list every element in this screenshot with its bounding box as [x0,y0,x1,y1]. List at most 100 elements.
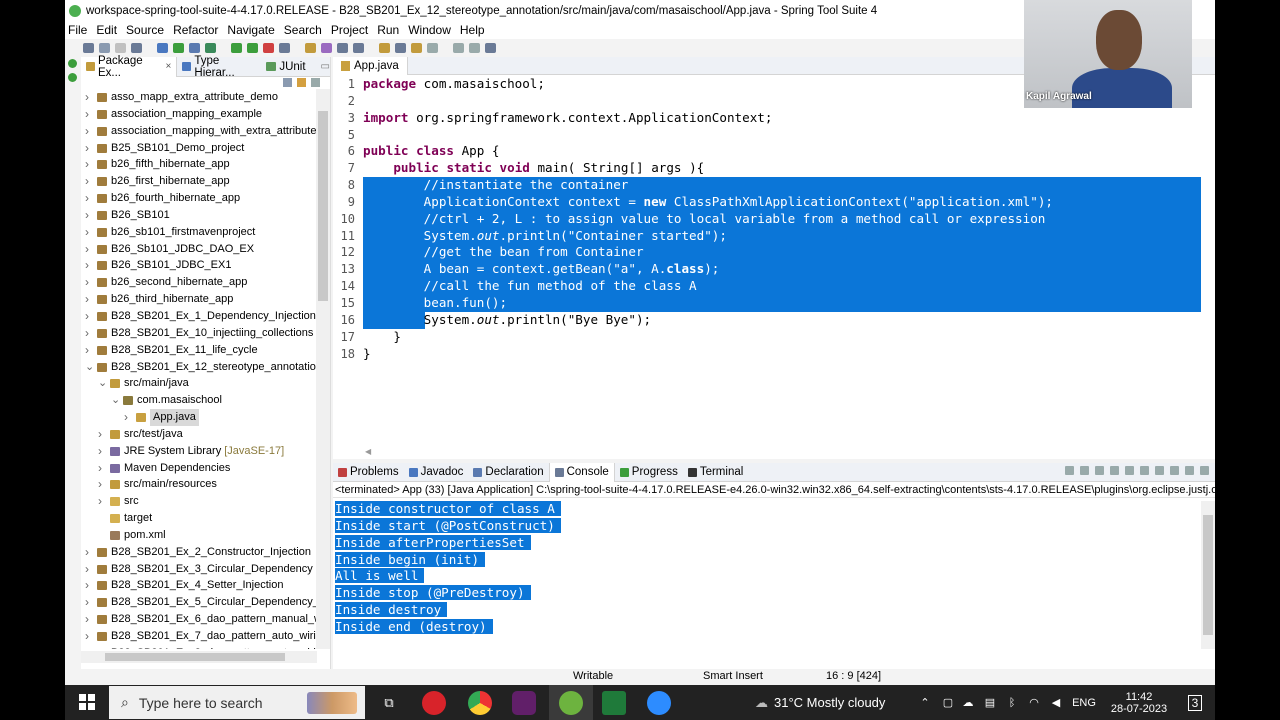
chevron-right-icon[interactable]: › [98,493,102,510]
code-line[interactable]: 17 } [333,329,1193,346]
toggle-mark-icon[interactable] [395,43,406,53]
code-line[interactable]: 10 //ctrl + 2, L : to assign value to lo… [333,210,1201,228]
menu-source[interactable]: Source [126,23,164,37]
tab-declaration[interactable]: Declaration [468,463,548,482]
insert-mode-status[interactable]: Smart Insert [703,670,763,682]
menu-project[interactable]: Project [331,23,368,37]
chevron-right-icon[interactable]: › [85,645,89,649]
weather-widget[interactable]: ☁ 31°C Mostly cloudy [755,685,935,720]
code-line[interactable]: 16 System.out.println("Bye Bye"); [333,311,1193,329]
link-editor-icon[interactable] [297,78,306,87]
chevron-down-icon[interactable]: ⌄ [85,359,94,376]
chevron-right-icon[interactable]: › [85,291,89,308]
boot-dashboard-icon[interactable] [157,43,168,53]
terminal-icon[interactable] [131,43,142,53]
task-icon[interactable] [379,43,390,53]
tree-item[interactable]: › b26_third_hibernate_app [81,291,317,308]
tab-app-java[interactable]: App.java [333,56,408,75]
tree-item[interactable]: › B28_SB201_Ex_4_Setter_Injection [81,577,317,594]
menu-search[interactable]: Search [284,23,322,37]
tree-item[interactable]: › B28_SB201_Ex_2_Constructor_Injection [81,544,317,561]
display-console-icon[interactable] [1155,466,1164,475]
coverage-icon[interactable] [205,43,216,53]
tab-type-hierarchy[interactable]: Type Hierar... [177,55,261,79]
tree-item[interactable]: › association_mapping_example [81,106,317,123]
menu-edit[interactable]: Edit [96,23,117,37]
code-line[interactable]: 18} [333,346,1193,363]
minimize-icon[interactable]: ▭ [321,61,330,72]
minimize-icon[interactable] [1185,466,1194,475]
chevron-right-icon[interactable]: › [85,224,89,241]
chevron-right-icon[interactable]: › [85,173,89,190]
editor-horizontal-scrollbar[interactable]: ◀ [361,447,1187,459]
code-line[interactable]: 13 A bean = context.getBean("a", A.class… [333,261,1201,279]
chevron-right-icon[interactable]: › [85,106,89,123]
tree-item[interactable]: › B28_SB201_Ex_7_dao_pattern_auto_wiring_… [81,628,317,645]
maximize-icon[interactable] [1200,466,1209,475]
scroll-left-icon[interactable]: ◀ [365,447,371,456]
chevron-right-icon[interactable]: › [85,594,89,611]
zoom-icon[interactable] [647,691,671,715]
chevron-right-icon[interactable]: › [85,325,89,342]
tree-item[interactable]: pom.xml [81,527,317,544]
chevron-right-icon[interactable]: › [85,257,89,274]
run-icon[interactable] [231,43,242,53]
tree-item[interactable]: › JRE System Library [JavaSE-17] [81,443,317,460]
chevron-right-icon[interactable]: › [98,460,102,477]
external-tools-icon[interactable] [279,43,290,53]
scroll-thumb[interactable] [1203,515,1213,635]
tree-item[interactable]: › B28_SB201_Ex_3_Circular_Dependency [81,561,317,578]
code-line[interactable]: 9 ApplicationContext context = new Class… [333,193,1201,211]
clock[interactable]: 11:42 28-07-2023 [1099,685,1179,720]
pin-icon[interactable] [485,43,496,53]
console-output[interactable]: Inside constructor of class A Inside star… [335,501,561,636]
forward-icon[interactable] [453,43,464,53]
meet-now-icon[interactable]: ▢ [941,685,955,720]
chevron-right-icon[interactable]: › [85,156,89,173]
tree-item[interactable]: › B26_Sb101_JDBC_DAO_EX [81,241,317,258]
chrome-icon[interactable] [468,691,492,715]
chevron-down-icon[interactable]: ⌄ [98,375,107,392]
chevron-right-icon[interactable]: › [98,426,102,443]
spring-tool-suite-icon[interactable] [559,691,583,715]
tree-item[interactable]: › b26_sb101_firstmavenproject [81,224,317,241]
chevron-right-icon[interactable]: › [124,409,128,426]
menu-refactor[interactable]: Refactor [173,23,218,37]
explorer-horizontal-scrollbar[interactable] [81,651,317,663]
code-line[interactable]: 14 //call the fun method of the class A [333,278,1201,295]
tree-item[interactable]: › B28_SB201_Ex_1_Dependency_Injection [81,308,317,325]
tab-terminal[interactable]: Terminal [683,463,748,482]
tree-item[interactable]: › B25_SB101_Demo_project [81,140,317,157]
tree-item[interactable]: › b26_fourth_hibernate_app [81,190,317,207]
tree-item[interactable]: › asso_mapp_extra_attribute_demo [81,89,317,106]
tree-item[interactable]: › b26_fifth_hibernate_app [81,156,317,173]
search-icon[interactable] [353,43,364,53]
tree-item[interactable]: › B28_SB201_Ex_5_Circular_Dependency_Solu… [81,594,317,611]
code-line[interactable]: 12 //get the bean from Container [333,244,1201,262]
tree-item[interactable]: › association_mapping_with_extra_attribut… [81,123,317,140]
task-view-icon[interactable]: ⧉ [377,685,401,720]
tree-item[interactable]: ⌄ com.masaischool [81,392,317,409]
save-all-icon[interactable] [115,43,126,53]
tree-item[interactable]: › App.java [81,409,317,426]
debug-icon[interactable] [173,43,184,53]
code-line[interactable]: 6 public class App { [333,143,1193,160]
save-icon[interactable] [99,43,110,53]
tab-junit[interactable]: JUnit [261,57,310,77]
code-line[interactable]: 15 bean.fun(); [333,294,1201,312]
chevron-right-icon[interactable]: › [85,561,89,578]
tree-item[interactable]: › Maven Dependencies [81,460,317,477]
tree-item[interactable]: › src/test/java [81,426,317,443]
folder-icon[interactable]: ▤ [983,685,997,720]
chevron-right-icon[interactable]: › [98,476,102,493]
tab-progress[interactable]: Progress [615,463,683,482]
close-icon[interactable]: × [165,61,171,72]
new-package-icon[interactable] [305,43,316,53]
tree-item[interactable]: › b26_first_hibernate_app [81,173,317,190]
notepad-icon[interactable] [602,691,626,715]
tree-item[interactable]: target [81,510,317,527]
last-edit-icon[interactable] [469,43,480,53]
chevron-right-icon[interactable]: › [85,140,89,157]
annotation-icon[interactable] [411,43,422,53]
open-type-icon[interactable] [337,43,348,53]
